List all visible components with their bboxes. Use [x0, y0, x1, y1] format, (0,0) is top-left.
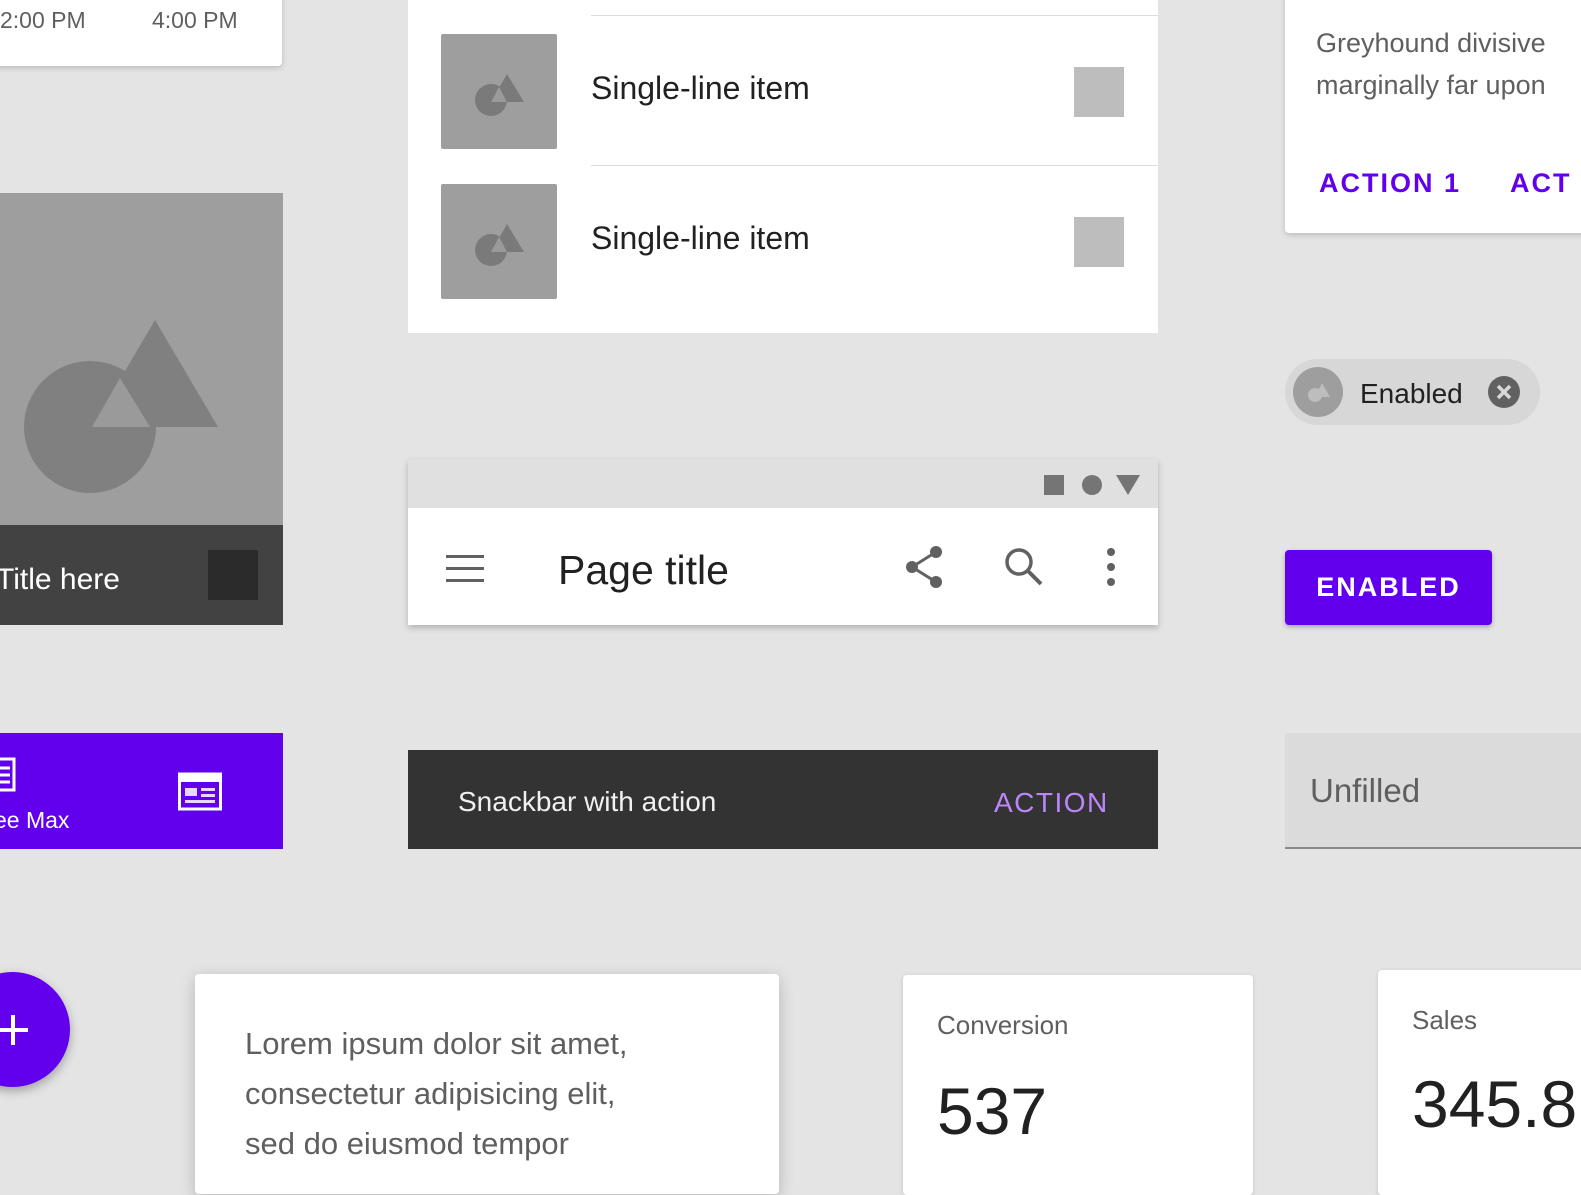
page-title: Page title: [558, 547, 729, 593]
image-placeholder-icon: [475, 224, 524, 266]
snackbar-message: Snackbar with action: [458, 786, 717, 817]
card-action-1-button[interactable]: ACTION 1: [1319, 168, 1461, 199]
chip-label: Enabled: [1360, 378, 1463, 409]
close-icon[interactable]: [1488, 376, 1520, 408]
card-body-line: Greyhound divisive: [1316, 28, 1546, 58]
list-item-checkbox[interactable]: [1074, 217, 1124, 267]
start-time[interactable]: 2:00 PM: [0, 7, 86, 34]
text-field-input[interactable]: [1310, 771, 1580, 811]
snackbar-action-button[interactable]: ACTION: [994, 787, 1109, 819]
status-icons: [1044, 475, 1140, 495]
status-bar: [408, 459, 1158, 508]
content-card: Greyhound divisive marginally far upon A…: [1285, 0, 1581, 233]
list-item-thumbnail: [441, 34, 557, 149]
list-item-thumbnail: [441, 184, 557, 299]
list-item[interactable]: Single-line item: [408, 0, 1158, 150]
card-action-2-button[interactable]: ACT: [1510, 168, 1572, 199]
chip-avatar: [1293, 367, 1343, 417]
list-item-checkbox[interactable]: [1074, 67, 1124, 117]
list-item-label: Single-line item: [591, 220, 810, 256]
tile-title: Title here: [0, 563, 120, 596]
image-placeholder-icon: [24, 320, 218, 493]
enabled-button-label: ENABLED: [1316, 572, 1461, 602]
lorem-line: sed do eiusmod tempor: [245, 1126, 569, 1161]
list-item-label: Single-line item: [591, 70, 810, 106]
bottom-navigation: ee Max: [0, 733, 283, 849]
calendar-icon[interactable]: [178, 771, 222, 811]
lorem-line: Lorem ipsum dolor sit amet,: [245, 1026, 628, 1061]
input-chip[interactable]: Enabled: [1285, 359, 1540, 425]
sales-value: 345.8: [1412, 1067, 1578, 1141]
conversion-stat-card: Conversion 537: [903, 975, 1253, 1195]
tile-action-icon[interactable]: [208, 550, 258, 600]
document-icon[interactable]: [0, 757, 16, 793]
conversion-label: Conversion: [937, 1010, 1069, 1040]
top-app-bar: Page title: [408, 459, 1158, 625]
more-vert-icon[interactable]: [1104, 547, 1118, 587]
tile-title-bar: Title here: [0, 525, 283, 625]
image-list-tile[interactable]: Title here: [0, 193, 283, 625]
snackbar: Snackbar with action ACTION: [408, 750, 1158, 849]
filled-text-field[interactable]: [1285, 733, 1581, 849]
share-icon[interactable]: [904, 545, 944, 589]
add-fab-button[interactable]: [0, 972, 70, 1087]
image-placeholder-icon: [475, 74, 524, 116]
sales-stat-card: Sales 345.8: [1378, 970, 1581, 1195]
image-placeholder-icon: [1308, 383, 1330, 402]
end-time[interactable]: 4:00 PM: [152, 7, 238, 34]
conversion-value: 537: [937, 1074, 1048, 1148]
enabled-button[interactable]: ENABLED: [1285, 550, 1492, 625]
lorem-card: Lorem ipsum dolor sit amet, consectetur …: [195, 974, 779, 1194]
list-item[interactable]: Single-line item: [408, 150, 1158, 300]
single-line-list: Single-line item Single-line item: [408, 0, 1158, 333]
nav-item-label[interactable]: ee Max: [0, 807, 69, 834]
time-range-card: 2:00 PM 4:00 PM: [0, 0, 282, 66]
plus-icon: [0, 1015, 28, 1045]
menu-icon[interactable]: [446, 555, 486, 583]
card-body-line: marginally far upon: [1316, 70, 1546, 100]
search-icon[interactable]: [1004, 547, 1044, 587]
lorem-line: consectetur adipisicing elit,: [245, 1076, 616, 1111]
sales-label: Sales: [1412, 1005, 1478, 1035]
